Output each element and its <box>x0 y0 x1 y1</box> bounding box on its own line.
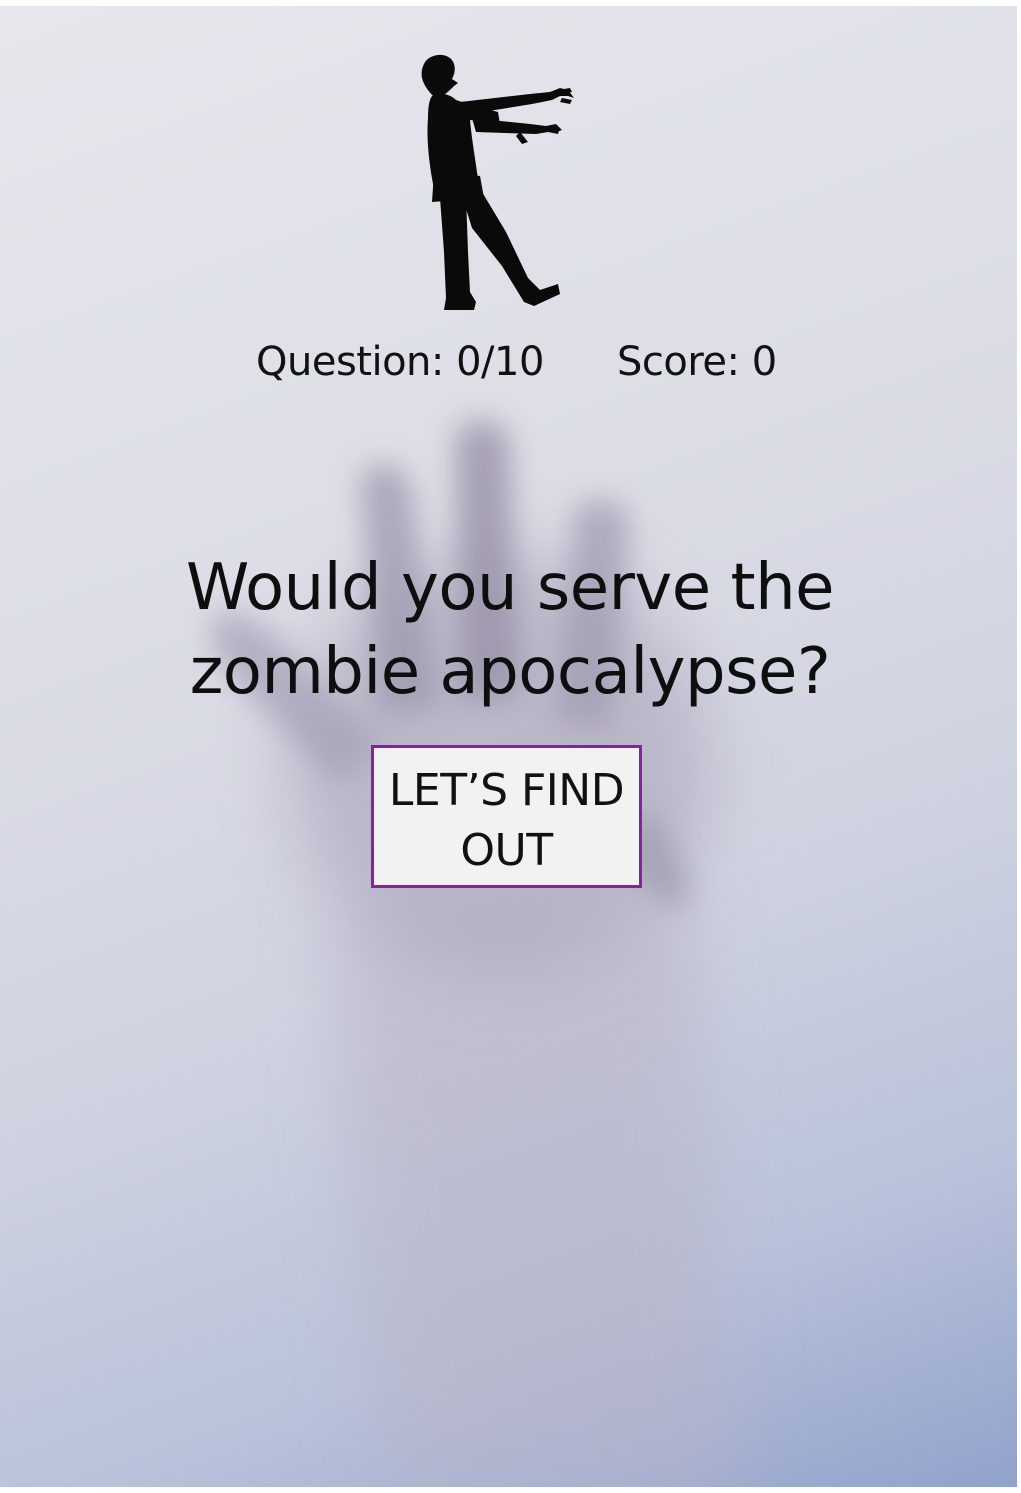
score-counter: Score: 0 <box>617 339 777 385</box>
question-counter: Question: 0/10 <box>256 339 544 385</box>
quiz-stats-bar: Question: 0/10 Score: 0 <box>0 336 1021 388</box>
start-quiz-button-line-2: OUT <box>460 825 553 876</box>
quiz-start-screen: Question: 0/10 Score: 0 Would you serve … <box>0 0 1021 1493</box>
zombie-silhouette-icon <box>421 54 574 310</box>
quiz-title: Would you serve the zombie apocalypse? <box>150 546 870 714</box>
start-quiz-button[interactable]: LET’S FIND OUT <box>371 745 642 888</box>
quiz-title-line-1: Would you serve the <box>185 551 835 625</box>
quiz-title-line-2: zombie apocalypse? <box>189 635 831 709</box>
start-quiz-button-line-1: LET’S FIND <box>388 765 625 816</box>
